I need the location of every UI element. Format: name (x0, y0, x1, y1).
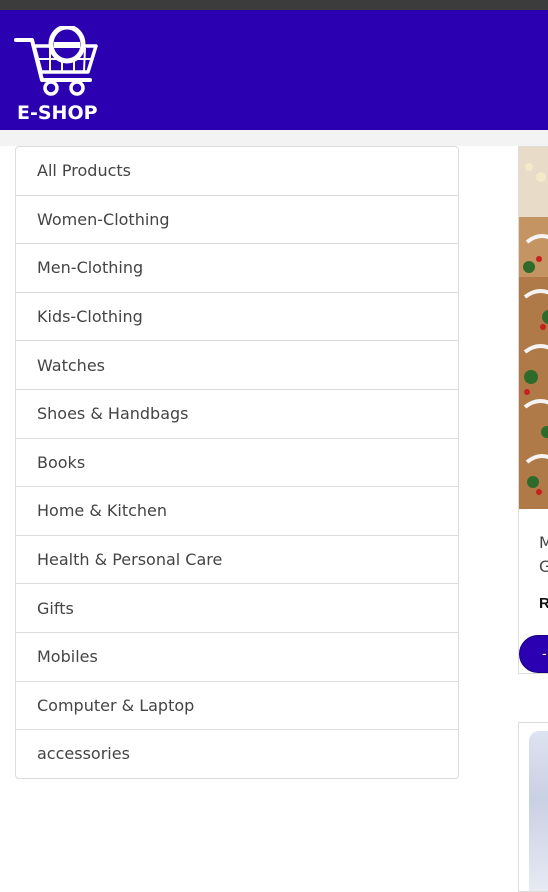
add-to-cart-button[interactable]: - (519, 635, 548, 673)
product-price: R (539, 595, 548, 612)
category-item-kids-clothing[interactable]: Kids-Clothing (15, 291, 459, 342)
category-item-computer-laptop[interactable]: Computer & Laptop (15, 680, 459, 731)
category-list: All Products Women-Clothing Men-Clothing… (15, 146, 459, 779)
category-item-all-products[interactable]: All Products (15, 146, 459, 196)
eshop-logo[interactable]: E-SHOP (14, 24, 104, 124)
category-item-accessories[interactable]: accessories (15, 729, 459, 779)
content-top-band (0, 130, 548, 146)
product-card[interactable] (518, 722, 548, 892)
product-image[interactable] (519, 147, 548, 509)
product-image[interactable] (529, 731, 548, 891)
category-item-shoes-handbags[interactable]: Shoes & Handbags (15, 388, 459, 439)
category-item-home-kitchen[interactable]: Home & Kitchen (15, 486, 459, 536)
category-item-gifts[interactable]: Gifts (15, 583, 459, 633)
product-card[interactable]: M G R - (518, 146, 548, 674)
browser-top-strip (0, 0, 548, 10)
product-title-line2: G (539, 557, 548, 576)
product-title-line1: M (539, 533, 548, 552)
category-item-health-personal-care[interactable]: Health & Personal Care (15, 534, 459, 585)
category-item-men-clothing[interactable]: Men-Clothing (15, 243, 459, 293)
category-item-watches[interactable]: Watches (15, 340, 459, 390)
shopping-cart-icon (14, 24, 98, 96)
category-item-books[interactable]: Books (15, 437, 459, 488)
category-item-mobiles[interactable]: Mobiles (15, 631, 459, 682)
add-to-cart-label: - (542, 645, 547, 661)
site-header: E-SHOP (0, 10, 548, 130)
logo-text: E-SHOP (17, 102, 98, 124)
category-item-women-clothing[interactable]: Women-Clothing (15, 194, 459, 245)
